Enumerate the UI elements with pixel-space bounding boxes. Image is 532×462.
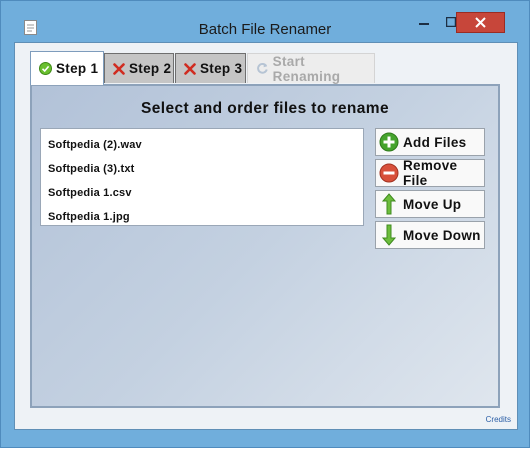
file-list[interactable]: Softpedia (2).wav Softpedia (3).txt Soft… [40,128,364,226]
remove-file-button[interactable]: Remove File [375,158,485,188]
tab-label: Step 3 [200,61,243,76]
button-label: Move Up [403,196,462,212]
tab-step-1[interactable]: Step 1 [30,51,104,85]
arrow-up-icon [379,193,399,215]
app-window: Batch File Renamer Step 1 Step 2 Step 3 … [0,0,530,448]
panel-heading: Select and order files to rename [141,100,389,117]
add-files-button[interactable]: Add Files [375,128,485,156]
tab-label: Step 2 [129,61,172,76]
arrow-down-icon [379,224,399,246]
button-label: Add Files [403,134,467,150]
credits-link[interactable]: Credits [486,415,511,424]
minimize-button[interactable] [410,12,437,32]
tab-label: Step 1 [56,61,99,76]
move-up-button[interactable]: Move Up [375,190,485,218]
move-down-button[interactable]: Move Down [375,221,485,249]
minimize-icon [418,23,429,25]
tab-step-3[interactable]: Step 3 [175,53,246,83]
step-1-panel: Select and order files to rename Softped… [30,84,500,408]
title-bar[interactable]: Batch File Renamer [1,1,529,41]
tab-step-2[interactable]: Step 2 [104,53,174,83]
tab-label: Start Renaming [272,53,341,84]
red-x-icon [184,62,196,75]
close-icon [475,17,486,28]
check-circle-icon [39,62,52,75]
plus-circle-icon [379,132,399,152]
client-area: Step 1 Step 2 Step 3 Start Renaming Sele… [14,42,518,430]
close-button[interactable] [456,12,505,33]
minus-circle-icon [379,163,399,183]
button-label: Move Down [403,227,481,243]
list-item[interactable]: Softpedia 1.jpg [48,211,130,223]
list-item[interactable]: Softpedia (2).wav [48,139,142,151]
list-item[interactable]: Softpedia 1.csv [48,187,132,199]
list-item[interactable]: Softpedia (3).txt [48,163,135,175]
red-x-icon [113,62,125,75]
maximize-icon [445,17,456,27]
tab-start-renaming[interactable]: Start Renaming [247,53,375,84]
button-label: Remove File [403,158,458,188]
refresh-icon [257,63,268,74]
